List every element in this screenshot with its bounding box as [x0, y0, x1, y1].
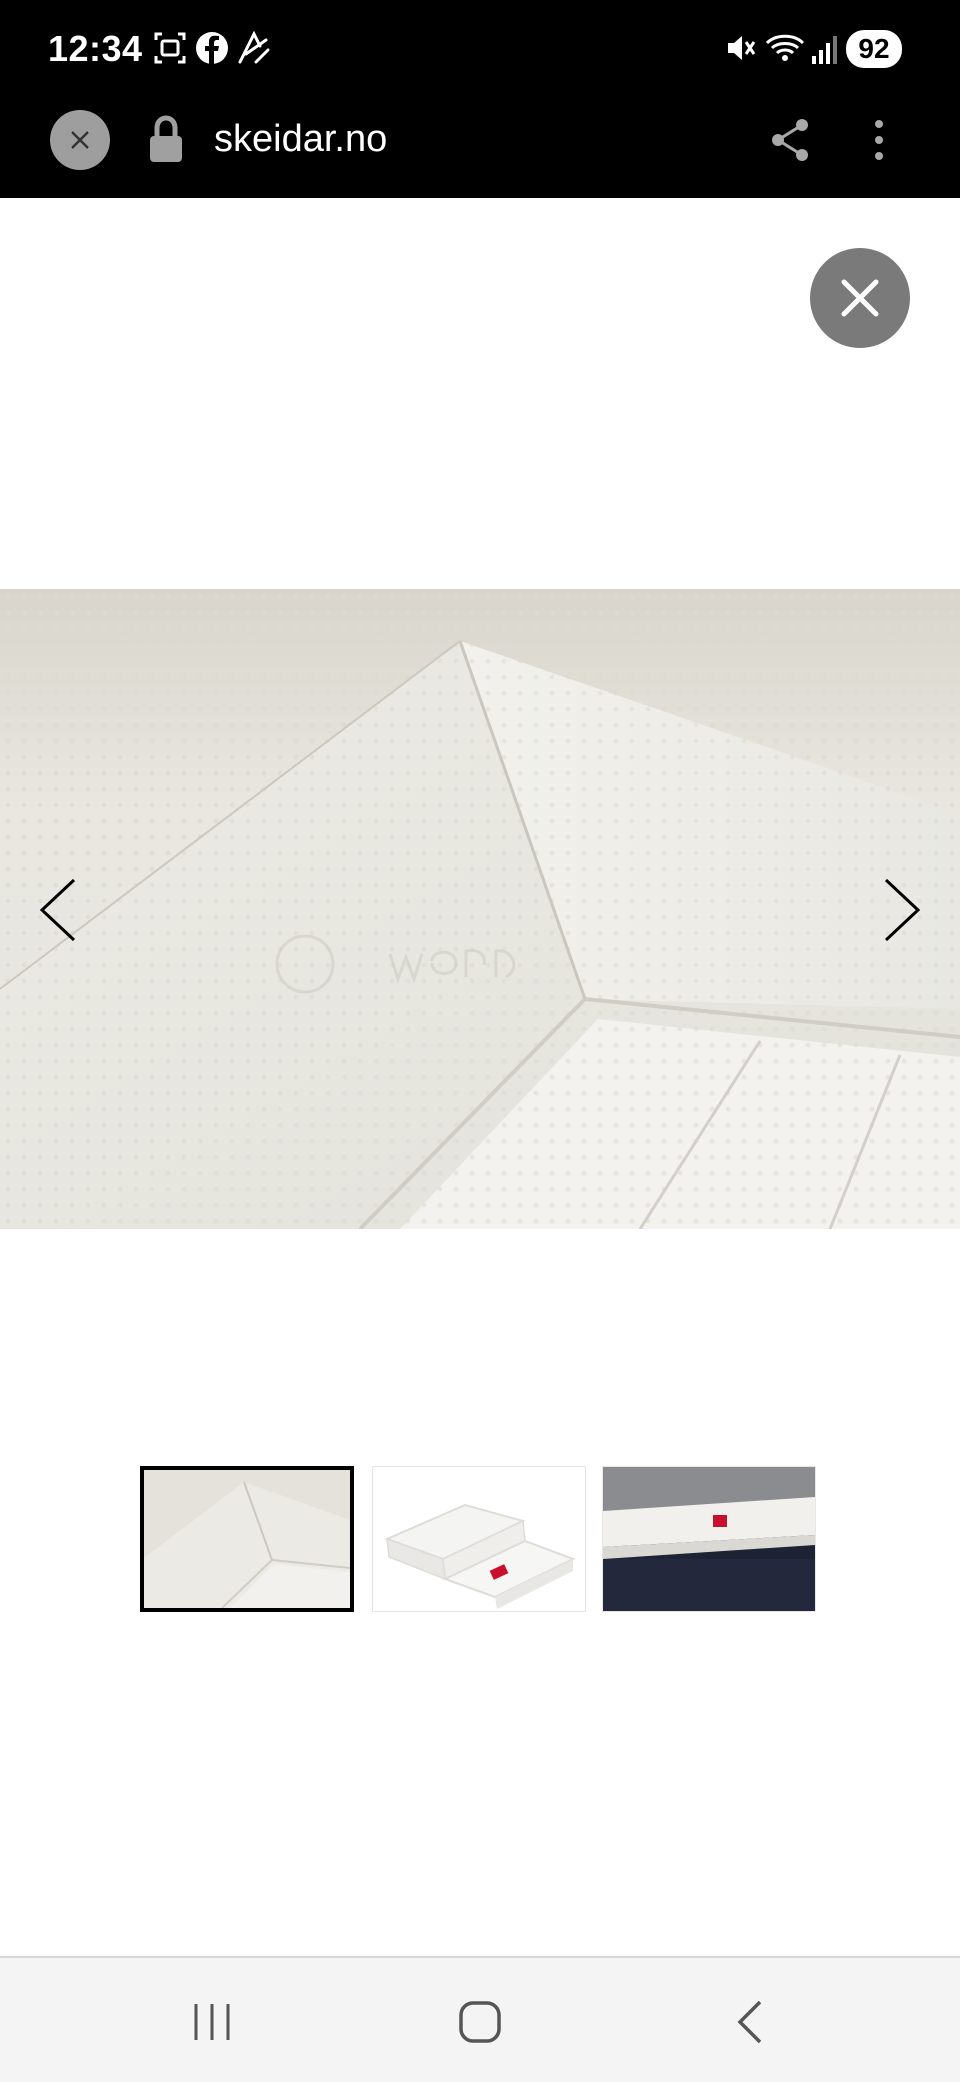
- more-vertical-icon[interactable]: [862, 116, 896, 164]
- thumbnail-image: [603, 1467, 815, 1611]
- product-image: [0, 589, 960, 1229]
- thumbnail-image: [144, 1470, 350, 1608]
- url-bar[interactable]: skeidar.no: [214, 118, 387, 161]
- thumbnail-1[interactable]: [140, 1466, 354, 1612]
- share-icon[interactable]: [768, 116, 812, 164]
- thumbnail-strip: [140, 1466, 820, 1616]
- status-time: 12:34: [48, 28, 143, 69]
- lock-icon: [150, 115, 182, 162]
- home-icon[interactable]: [456, 1998, 504, 2046]
- thumbnail-3[interactable]: [602, 1466, 816, 1612]
- battery-level: 92: [846, 30, 902, 68]
- signal-icon: [812, 36, 837, 64]
- close-tab-button[interactable]: [50, 110, 110, 170]
- chevron-right-icon[interactable]: [880, 876, 924, 944]
- wifi-icon: [765, 34, 805, 61]
- close-icon: [841, 279, 879, 317]
- chevron-left-icon[interactable]: [36, 876, 80, 944]
- thumbnail-image: [373, 1467, 585, 1611]
- status-bar: 12:34 92: [0, 0, 960, 100]
- screenshot-icon: [154, 32, 186, 64]
- mute-icon: [728, 36, 756, 60]
- back-icon[interactable]: [730, 1998, 770, 2046]
- thumbnail-2[interactable]: [372, 1466, 586, 1612]
- recent-apps-icon[interactable]: [190, 1998, 234, 2046]
- notes-icon: [238, 30, 270, 64]
- browser-toolbar: skeidar.no: [0, 100, 960, 198]
- system-navigation-bar: [0, 1956, 960, 2082]
- close-gallery-button[interactable]: [810, 248, 910, 348]
- facebook-icon: [196, 32, 228, 64]
- close-tab-icon: [71, 131, 89, 149]
